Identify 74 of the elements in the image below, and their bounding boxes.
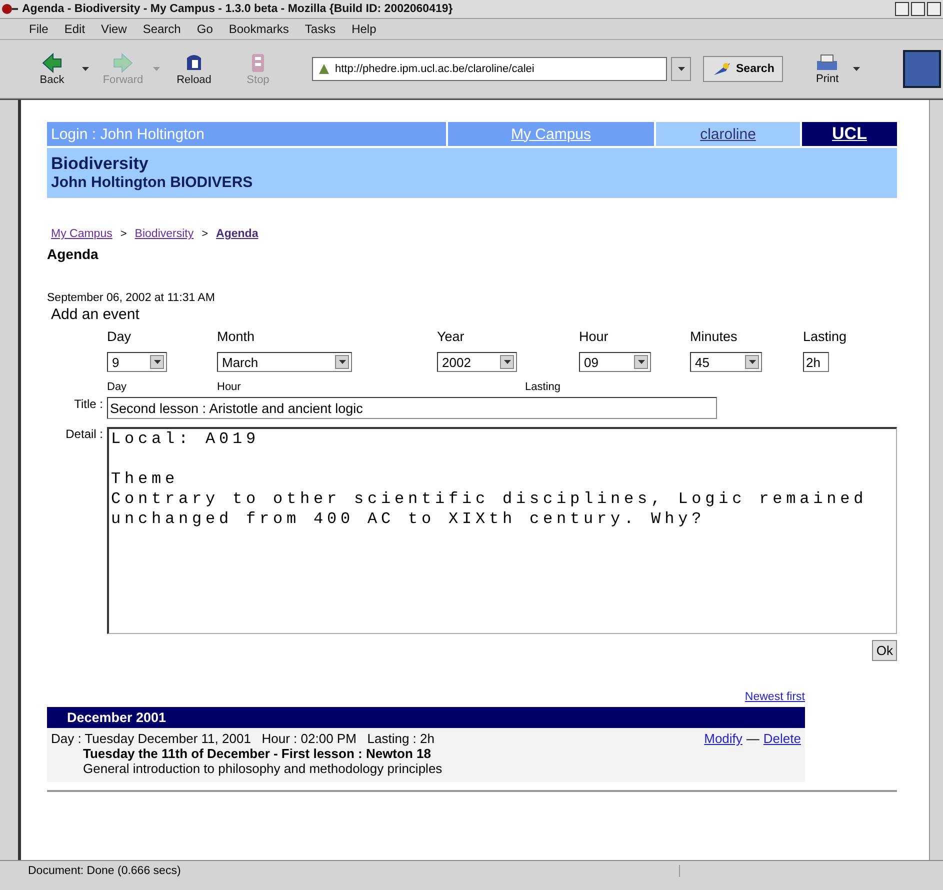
caret-icon [638, 360, 644, 364]
field-label: Lasting [525, 381, 560, 393]
window-title: Agenda - Biodiversity - My Campus - 1.3.0 beta - Mozilla {Build ID: 2002060419} [22, 3, 453, 15]
field-label: Hour [217, 381, 241, 393]
page-heading: Agenda [47, 246, 100, 262]
print-button[interactable]: Print [809, 52, 846, 86]
app-icon [2, 3, 18, 15]
logo-link[interactable]: UCL [802, 122, 897, 146]
caret-icon [338, 360, 346, 364]
back-arrow-icon [41, 52, 63, 74]
address-field[interactable]: http://phedre.ipm.ucl.ac.be/claroline/calei [312, 57, 667, 81]
close-button[interactable] [927, 2, 941, 16]
course-subtitle: John Holtington BIODIVERS [51, 174, 254, 191]
event-title: Tuesday the 11th of December - First lesson : Newton 18 [83, 746, 432, 761]
sort-link[interactable]: Newest first [744, 691, 805, 703]
minimize-button[interactable] [895, 2, 909, 16]
caret-icon [504, 360, 510, 364]
field-label: Lasting [803, 329, 848, 344]
caret-icon [748, 360, 756, 364]
event-action-link[interactable]: Delete [763, 731, 801, 746]
dropdown[interactable]: 2002 [437, 352, 517, 372]
field-label: Year [437, 329, 466, 344]
breadcrumb-link[interactable]: Biodiversity [134, 228, 194, 240]
month-header: December 2001 [47, 707, 805, 728]
breadcrumb-separator: > [202, 228, 208, 240]
menu-item[interactable]: Edit [59, 22, 90, 36]
field-label: Hour [579, 329, 610, 344]
action-separator: — [746, 731, 760, 746]
menu-item[interactable]: Bookmarks [224, 22, 294, 36]
dropdown[interactable]: March [217, 352, 352, 372]
field-label: Month [217, 329, 256, 344]
header-link[interactable]: claroline [656, 122, 800, 146]
form-heading: Add an event [51, 306, 140, 323]
event-meta: Day : Tuesday December 11, 2001 Hour : 02:00 PM Lasting : 2h [51, 731, 434, 746]
event-description: General introduction to philosophy and methodology principles [83, 761, 444, 776]
event-action-link[interactable]: Modify [704, 731, 742, 746]
login-label: Login : John Holtington [47, 122, 446, 146]
dropdown[interactable]: 09 [579, 352, 651, 372]
menu-item[interactable]: File [24, 22, 54, 36]
forward-arrow-icon [112, 52, 134, 74]
menu-item[interactable]: Go [192, 22, 218, 36]
input-field[interactable]: 2h [803, 352, 829, 372]
caret-icon[interactable] [853, 67, 860, 71]
caret-icon[interactable] [82, 67, 89, 71]
menu-item[interactable]: Help [346, 22, 382, 36]
menu-item[interactable]: Search [138, 22, 186, 36]
menu-item[interactable]: Tasks [300, 22, 341, 36]
dropdown[interactable]: 45 [690, 352, 762, 372]
date-text: September 06, 2002 at 11:31 AM [47, 292, 216, 304]
breadcrumb-separator: > [120, 228, 127, 240]
search-button[interactable]: Search [703, 56, 784, 82]
caret-icon [154, 360, 160, 364]
page-icon [317, 62, 331, 76]
field-label: Minutes [690, 329, 738, 344]
detail-field[interactable]: Local: A019 Theme Contrary to other scientific disciplines, Logic remained unchanged from 400 AC to XIXth century. Why? [107, 427, 897, 634]
ok-button[interactable]: Ok [872, 640, 897, 661]
printer-icon [815, 53, 840, 73]
dropdown[interactable]: 9 [107, 352, 167, 372]
field-label: Day [107, 329, 132, 344]
search-icon [712, 61, 732, 77]
breadcrumb-link[interactable]: My Campus [51, 228, 112, 240]
caret-icon [678, 67, 684, 71]
field-label: Detail : [64, 427, 104, 441]
breadcrumb-link[interactable]: Agenda [216, 228, 258, 240]
field-label: Title : [73, 397, 104, 411]
toolbar-button[interactable]: Back [22, 52, 82, 86]
menu-item[interactable]: View [96, 22, 132, 36]
field-label: Day [107, 381, 127, 393]
address-dropdown-button[interactable] [671, 57, 691, 81]
maximize-button[interactable] [911, 2, 925, 16]
course-title: Biodiversity [51, 154, 150, 174]
status-text: Document: Done (0.666 secs) [0, 865, 680, 877]
title-field[interactable]: Second lesson : Aristotle and ancient logic [107, 397, 717, 419]
toolbar-button[interactable]: Reload [164, 52, 224, 86]
